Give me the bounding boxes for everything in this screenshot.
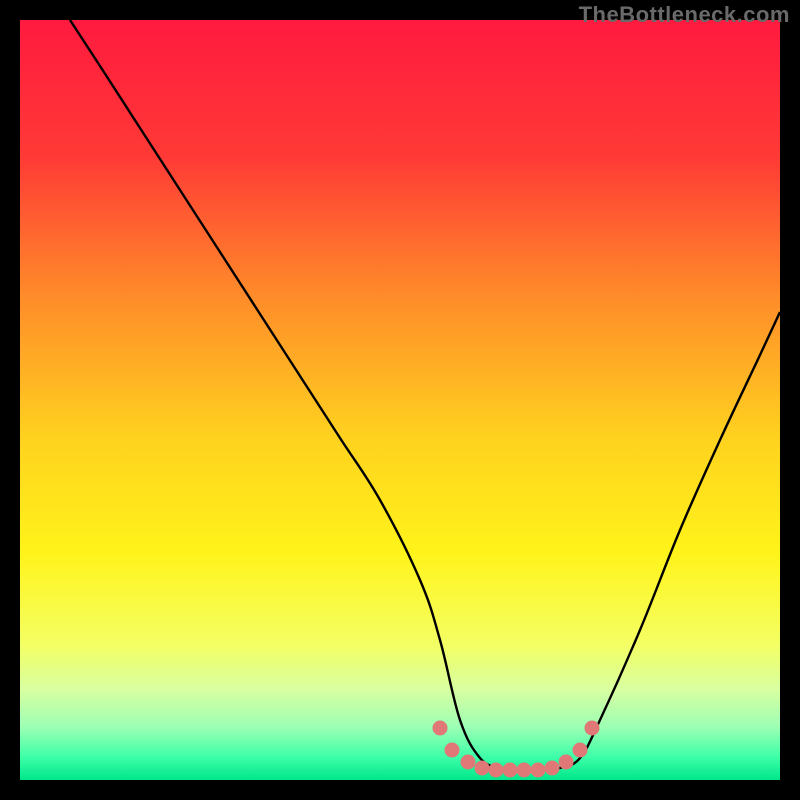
chart-svg <box>20 20 780 780</box>
optimal-range-dot <box>503 763 518 778</box>
optimal-range-dot <box>545 761 560 776</box>
optimal-range-dot <box>573 743 588 758</box>
optimal-range-dots <box>433 721 600 778</box>
optimal-range-dot <box>461 755 476 770</box>
optimal-range-dot <box>585 721 600 736</box>
optimal-range-dot <box>559 755 574 770</box>
bottleneck-curve-path <box>70 20 780 770</box>
optimal-range-dot <box>433 721 448 736</box>
optimal-range-dot <box>445 743 460 758</box>
optimal-range-dot <box>475 761 490 776</box>
optimal-range-dot <box>517 763 532 778</box>
chart-frame: TheBottleneck.com <box>0 0 800 800</box>
plot-area <box>20 20 780 780</box>
optimal-range-dot <box>531 763 546 778</box>
optimal-range-dot <box>489 763 504 778</box>
watermark-text: TheBottleneck.com <box>579 2 790 28</box>
